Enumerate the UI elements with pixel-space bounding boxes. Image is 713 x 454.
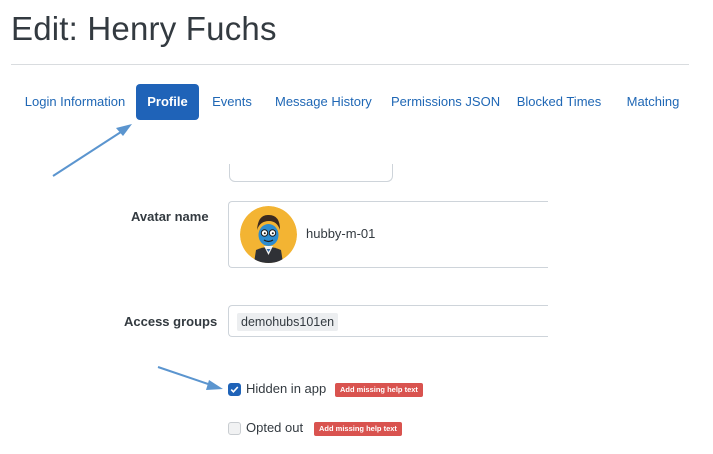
tab-message-history[interactable]: Message History bbox=[275, 84, 372, 120]
tab-profile[interactable]: Profile bbox=[136, 84, 199, 120]
add-missing-help-text-badge[interactable]: Add missing help text bbox=[314, 422, 402, 436]
hidden-in-app-checkbox[interactable] bbox=[228, 383, 241, 396]
tab-matching[interactable]: Matching bbox=[623, 84, 683, 120]
hidden-in-app-label: Hidden in app bbox=[246, 381, 327, 396]
tab-permissions-json[interactable]: Permissions JSON bbox=[391, 84, 500, 120]
tab-blocked-times[interactable]: Blocked Times bbox=[516, 84, 602, 120]
tab-events[interactable]: Events bbox=[209, 84, 255, 120]
page-title: Edit: Henry Fuchs bbox=[11, 10, 277, 47]
access-group-chip[interactable]: demohubs101en bbox=[237, 313, 339, 331]
tab-login-information[interactable]: Login Information bbox=[13, 84, 137, 120]
access-groups-input[interactable]: demohubs101en bbox=[228, 305, 548, 337]
arrow-icon bbox=[52, 124, 132, 177]
avatar-select[interactable]: hubby-m-01 bbox=[228, 201, 548, 268]
add-missing-help-text-badge[interactable]: Add missing help text bbox=[335, 383, 423, 397]
avatar-name-label: Avatar name bbox=[131, 209, 209, 224]
title-divider bbox=[11, 64, 689, 65]
opted-out-label: Opted out bbox=[246, 420, 304, 435]
previous-field-input[interactable] bbox=[229, 164, 393, 182]
avatar bbox=[240, 206, 297, 263]
arrow-icon bbox=[157, 366, 223, 390]
avatar-name-value: hubby-m-01 bbox=[306, 226, 376, 241]
opted-out-checkbox[interactable] bbox=[228, 422, 241, 435]
access-groups-label: Access groups bbox=[124, 314, 218, 329]
